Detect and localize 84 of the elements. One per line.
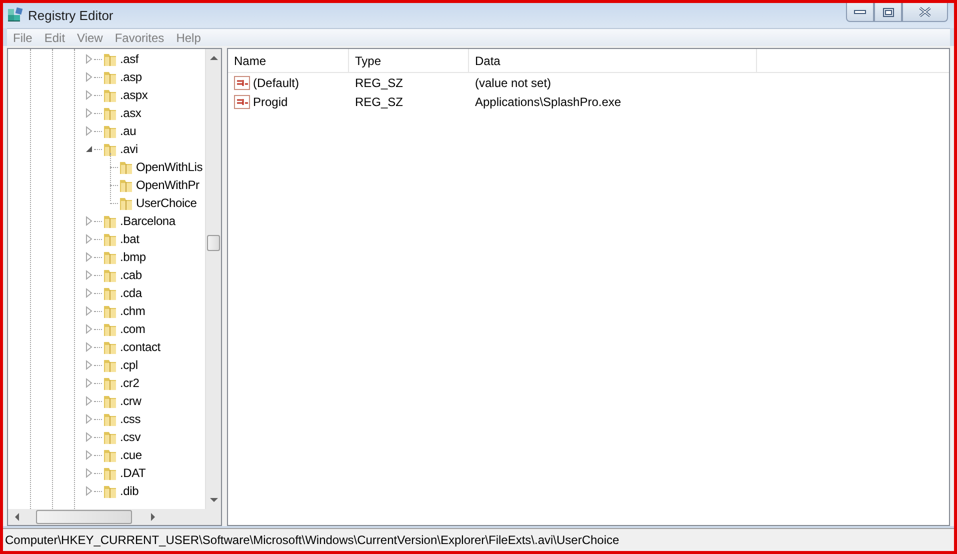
menu-item[interactable]: View [71,28,109,46]
column-header[interactable]: Type [349,49,469,72]
folder-icon [118,159,134,175]
menu-item[interactable]: File [7,28,38,46]
folder-icon [102,213,118,229]
expander-icon[interactable] [84,144,94,154]
menu-item[interactable]: Edit [38,28,72,46]
folder-icon [102,429,118,445]
folder-icon [102,411,118,427]
status-path: Computer\HKEY_CURRENT_USER\Software\Microsoft\Windows\CurrentVersion\Explorer\FileExts\.avi\UserChoice [5,532,620,549]
scroll-thumb[interactable] [207,235,220,251]
scroll-right-icon [150,513,156,521]
column-header[interactable]: Name [228,49,349,72]
tree-item[interactable]: .contact [120,338,160,356]
tree-item[interactable]: .chm [120,302,146,320]
tree-item[interactable]: .cpl [120,356,138,374]
tree-item[interactable]: .cab [120,266,142,284]
table-cell-text: (value not set) [474,74,552,92]
tree-item[interactable]: .csv [120,428,141,446]
folder-icon [102,231,118,247]
tree-item[interactable]: .au [120,122,136,140]
folder-icon [102,87,118,103]
folder-icon [102,51,118,67]
close-button[interactable] [902,3,948,22]
folder-icon [118,177,134,193]
folder-icon [102,69,118,85]
tree-item[interactable]: .css [120,410,141,428]
scroll-left-icon [14,513,20,521]
table-cell-text: Applications\SplashPro.exe [474,94,622,110]
scroll-down-icon [210,497,218,503]
tree-item[interactable]: OpenWithLis [136,158,202,176]
table-cell-text: REG_SZ [354,74,404,92]
maximize-button[interactable] [874,3,902,22]
tree-item[interactable]: .aspx [120,86,148,104]
folder-icon [102,105,118,121]
tree-item[interactable]: .crw [120,392,142,410]
menu-item[interactable]: Favorites [108,28,170,46]
tree-item[interactable]: .asf [120,50,139,68]
folder-icon [102,447,118,463]
minimize-icon [854,9,866,15]
registry-cubes-icon [6,6,24,24]
tree-item[interactable]: .cda [120,284,142,302]
folder-icon [102,141,118,157]
folder-icon [102,123,118,139]
folder-icon [102,357,118,373]
tree-item[interactable]: .avi [120,140,138,158]
minimize-button[interactable] [846,3,874,22]
tree-item[interactable]: .dib [120,482,139,500]
tree-item[interactable]: .bat [120,230,140,248]
folder-icon [102,285,118,301]
tree-item[interactable]: .com [120,320,146,338]
folder-icon [102,303,118,319]
tree-item[interactable]: .bmp [120,248,146,266]
vertical-scrollbar[interactable] [205,49,221,509]
folder-icon [118,195,134,211]
tree-item[interactable]: OpenWithPr [136,176,200,194]
horizontal-scrollbar[interactable] [8,509,221,525]
menu-item[interactable]: Help [170,28,207,46]
tree-item[interactable]: UserChoice [136,194,197,212]
folder-icon [102,375,118,391]
string-value-icon [234,94,250,108]
scroll-thumb[interactable] [36,510,132,524]
window-title: Registry Editor [28,6,114,25]
folder-icon [102,465,118,481]
column-header[interactable]: Data [469,49,757,72]
close-icon [919,7,931,17]
table-cell[interactable]: Progid [253,92,288,110]
scroll-up-icon [210,55,218,61]
tree-item[interactable]: .asx [120,104,142,122]
tree-item[interactable]: .cue [120,446,142,464]
folder-icon [102,267,118,283]
folder-icon [102,321,118,337]
table-cell-text: REG_SZ [354,94,404,110]
tree-item[interactable]: .Barcelona [120,212,176,230]
tree-item[interactable]: .cr2 [120,374,140,392]
string-value-icon [234,76,250,90]
table-cell[interactable]: (Default) [253,74,300,92]
tree-item[interactable]: .DAT [120,464,146,482]
folder-icon [102,483,118,499]
tree-item[interactable]: .asp [120,68,142,86]
folder-icon [102,339,118,355]
folder-icon [102,249,118,265]
folder-icon [102,393,118,409]
maximize-icon [882,8,894,16]
